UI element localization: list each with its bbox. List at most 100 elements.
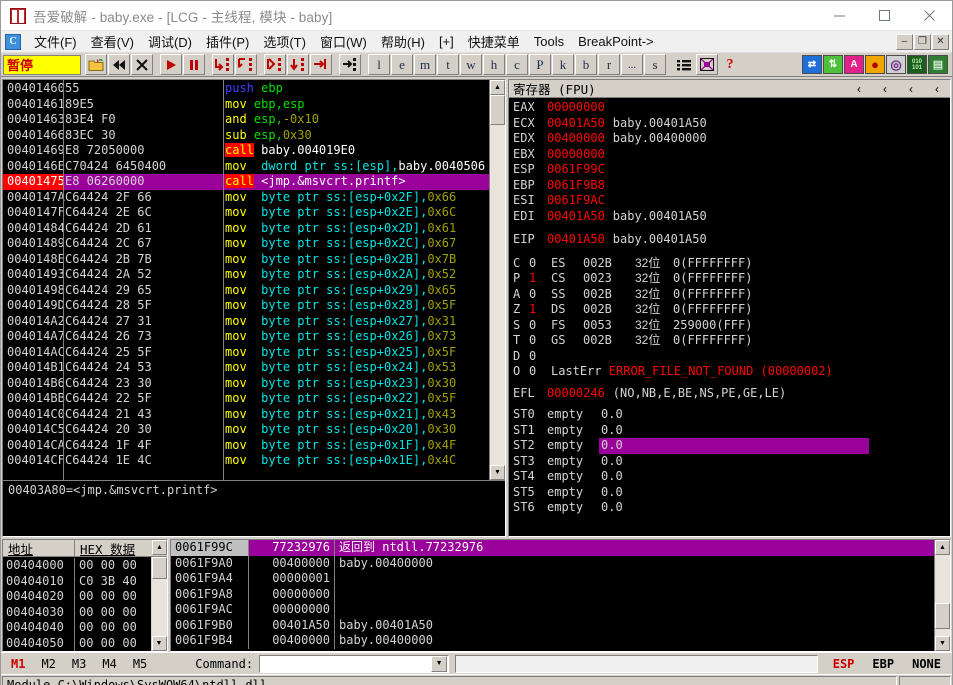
menu-item-tools[interactable]: Tools xyxy=(527,32,571,51)
register-row[interactable]: ESI 0061F9AC xyxy=(513,193,950,209)
stack-row[interactable]: 0061F9AC 00000000 xyxy=(171,602,934,618)
toolbar-button-t[interactable]: t xyxy=(437,54,459,75)
memory-icon[interactable]: ▤ xyxy=(928,55,948,74)
dump-rows[interactable]: 00404000 00 00 00 00404010 C0 3B 40 00404020… xyxy=(3,557,151,651)
toolbar-button-c[interactable]: c xyxy=(506,54,528,75)
registers-arrow-3[interactable]: ‹ xyxy=(898,82,924,96)
flag-row[interactable]: S 0 FS 0053 32位 259000(FFF) xyxy=(513,318,950,334)
step-into-icon[interactable] xyxy=(212,54,234,75)
fpu-register-row[interactable]: ST1 empty 0.0 xyxy=(513,423,950,439)
toolbar-button-m[interactable]: m xyxy=(414,54,436,75)
execute-till-return-icon[interactable] xyxy=(310,54,332,75)
disassembly-row[interactable]: 0040149D C64424 28 5F mov byte ptr ss:[esp… xyxy=(3,298,489,314)
register-row[interactable]: EAX 00000000 xyxy=(513,100,950,116)
stack-rows[interactable]: 0061F99C 77232976 返回到 ntdll.77232976 0061F9… xyxy=(171,540,934,651)
memo-tag-m2[interactable]: M2 xyxy=(33,657,63,671)
disassembly-row[interactable]: 004014C0 C64424 21 43 mov byte ptr ss:[esp… xyxy=(3,406,489,422)
scroll-track[interactable] xyxy=(490,95,505,465)
toolbar-button-e[interactable]: e xyxy=(391,54,413,75)
menu-item-file[interactable]: 文件(F) xyxy=(27,30,84,53)
dump-row[interactable]: 00404000 00 00 00 xyxy=(3,558,151,574)
disassembly-row[interactable]: 004014BB C64424 22 5F mov byte ptr ss:[esp… xyxy=(3,391,489,407)
menu-item-plugins[interactable]: 插件(P) xyxy=(199,30,256,53)
stack-row[interactable]: 0061F9A8 00000000 xyxy=(171,586,934,602)
toolbar-button-k[interactable]: k xyxy=(552,54,574,75)
stack-scroll-up-arrow-icon[interactable]: ▲ xyxy=(935,540,950,555)
window-layout-icon[interactable] xyxy=(696,54,718,75)
attach-icon[interactable]: A xyxy=(844,55,864,74)
trace-into-icon[interactable] xyxy=(264,54,286,75)
memo-tag-m1[interactable]: M1 xyxy=(3,657,33,671)
flag-row[interactable]: T 0 GS 002B 32位 0(FFFFFFFF) xyxy=(513,333,950,349)
memo-tag-m4[interactable]: M4 xyxy=(94,657,124,671)
run-icon[interactable] xyxy=(160,54,182,75)
toolbar-button-more[interactable]: ... xyxy=(621,54,643,75)
fpu-register-row[interactable]: ST4 empty 0.0 xyxy=(513,469,950,485)
fpu-register-row[interactable]: ST5 empty 0.0 xyxy=(513,485,950,501)
registers-arrow-2[interactable]: ‹ xyxy=(872,82,898,96)
register-row[interactable]: EDI 00401A50 baby.00401A50 xyxy=(513,209,950,225)
flag-row[interactable]: C 0 ES 002B 32位 0(FFFFFFFF) xyxy=(513,256,950,272)
scroll-thumb[interactable] xyxy=(490,95,505,125)
trace-over-icon[interactable] xyxy=(287,54,309,75)
disassembly-pane[interactable]: 00401460 55 push ebp 00401461 89E5 mov ebp,es… xyxy=(2,79,506,537)
fpu-register-row[interactable]: ST2 empty 0.0 xyxy=(513,438,950,454)
mdi-restore-button[interactable]: ❐ xyxy=(914,33,931,50)
register-row[interactable]: EBX 00000000 xyxy=(513,147,950,163)
disassembly-row[interactable]: 0040147A C64424 2F 66 mov byte ptr ss:[esp… xyxy=(3,189,489,205)
disassembly-row[interactable]: 0040146E C70424 6450400 mov dword ptr ss:[… xyxy=(3,158,489,174)
disassembly-row[interactable]: 004014B6 C64424 23 30 mov byte ptr ss:[esp… xyxy=(3,375,489,391)
disassembly-row[interactable]: 00401484 C64424 2D 61 mov byte ptr ss:[esp… xyxy=(3,220,489,236)
registers-pane[interactable]: 寄存器 (FPU) ‹ ‹ ‹ ‹ EAX 00000000 ECX 00401A50… xyxy=(508,79,951,537)
reg-tag-none[interactable]: NONE xyxy=(903,657,950,671)
stack-scroll-down-arrow-icon[interactable]: ▼ xyxy=(935,636,950,651)
register-row[interactable]: EBP 0061F9B8 xyxy=(513,178,950,194)
disassembly-row[interactable]: 004014AC C64424 25 5F mov byte ptr ss:[esp… xyxy=(3,344,489,360)
close-button[interactable] xyxy=(907,1,952,31)
close-icon[interactable] xyxy=(131,54,153,75)
stack-row[interactable]: 0061F9B0 00401A50 baby.00401A50 xyxy=(171,617,934,633)
maximize-button[interactable] xyxy=(862,1,907,31)
reg-tag-esp[interactable]: ESP xyxy=(824,657,864,671)
dump-row[interactable]: 00404050 00 00 00 xyxy=(3,635,151,651)
target-icon[interactable]: ◎ xyxy=(886,55,906,74)
disassembly-row[interactable]: 00401498 C64424 29 65 mov byte ptr ss:[esp… xyxy=(3,282,489,298)
mdi-close-button[interactable]: ✕ xyxy=(932,33,949,50)
disassembly-rows[interactable]: 00401460 55 push ebp 00401461 89E5 mov ebp,es… xyxy=(3,80,489,480)
stack-pane[interactable]: 0061F99C 77232976 返回到 ntdll.77232976 0061F9… xyxy=(170,539,951,652)
disassembly-body[interactable]: 00401460 55 push ebp 00401461 89E5 mov ebp,es… xyxy=(3,80,505,480)
register-row-eip[interactable]: EIP 00401A50 baby.00401A50 xyxy=(513,232,950,248)
stack-scroll-thumb[interactable] xyxy=(935,603,950,629)
toolbar-button-p[interactable]: P xyxy=(529,54,551,75)
dump-row[interactable]: 00404020 00 00 00 xyxy=(3,589,151,605)
dump-scroll-up-arrow-icon[interactable]: ▲ xyxy=(152,540,167,555)
scroll-up-arrow-icon[interactable]: ▲ xyxy=(490,80,505,95)
toolbar-button-s[interactable]: s xyxy=(644,54,666,75)
stack-row[interactable]: 0061F9A4 00000001 xyxy=(171,571,934,587)
step-over-icon[interactable] xyxy=(235,54,257,75)
disassembly-row[interactable]: 004014CA C64424 1F 4F mov byte ptr ss:[esp… xyxy=(3,437,489,453)
dump-row[interactable]: 00404010 C0 3B 40 xyxy=(3,573,151,589)
binary-icon[interactable]: 010 101 xyxy=(907,55,927,74)
toolbar-button-h[interactable]: h xyxy=(483,54,505,75)
memo-tag-m5[interactable]: M5 xyxy=(125,657,155,671)
menu-item-view[interactable]: 查看(V) xyxy=(84,30,141,53)
dump-column-address[interactable]: 地址 xyxy=(3,540,75,557)
disassembly-row[interactable]: 00401463 83E4 F0 and esp,-0x10 xyxy=(3,112,489,128)
stack-row[interactable]: 0061F9A0 00400000 baby.00400000 xyxy=(171,555,934,571)
menu-item-shortcut[interactable]: 快捷菜单 xyxy=(461,30,527,53)
updown-icon[interactable]: ⇅ xyxy=(823,55,843,74)
stack-scrollbar[interactable]: ▲ ▼ xyxy=(934,540,950,651)
flag-row[interactable]: P 1 CS 0023 32位 0(FFFFFFFF) xyxy=(513,271,950,287)
disassembly-row[interactable]: 00401469 E8 72050000 call baby.004019E0 xyxy=(3,143,489,159)
toolbar-button-r[interactable]: r xyxy=(598,54,620,75)
pause-icon[interactable] xyxy=(183,54,205,75)
flag-row[interactable]: Z 1 DS 002B 32位 0(FFFFFFFF) xyxy=(513,302,950,318)
disassembly-row[interactable]: 00401461 89E5 mov ebp,esp xyxy=(3,96,489,112)
menu-item-debug[interactable]: 调试(D) xyxy=(141,30,199,53)
menu-item-help[interactable]: 帮助(H) xyxy=(374,30,432,53)
memo-tag-m3[interactable]: M3 xyxy=(64,657,94,671)
disassembly-row[interactable]: 0040148E C64424 2B 7B mov byte ptr ss:[esp… xyxy=(3,251,489,267)
disassembly-row[interactable]: 004014B1 C64424 24 53 mov byte ptr ss:[esp… xyxy=(3,360,489,376)
fpu-register-row[interactable]: ST0 empty 0.0 xyxy=(513,407,950,423)
